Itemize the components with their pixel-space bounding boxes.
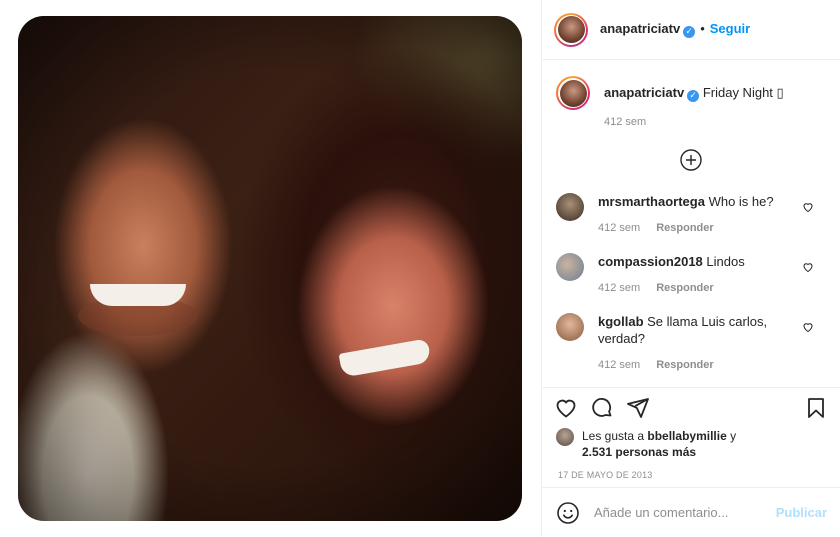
heart-icon[interactable] — [802, 261, 814, 273]
caption-username[interactable]: anapatriciatv — [604, 85, 684, 100]
comment-username[interactable]: mrsmarthaortega — [598, 194, 705, 209]
bookmark-icon[interactable] — [804, 396, 828, 420]
comment-input[interactable] — [594, 505, 776, 520]
comment-text: Lindos — [706, 253, 745, 269]
comment-username[interactable]: kgollab — [598, 314, 644, 329]
likes-others[interactable]: 2.531 personas más — [582, 445, 696, 459]
verified-badge-icon: ✓ — [687, 89, 700, 102]
comment-username[interactable]: compassion2018 — [598, 254, 703, 269]
commenter-avatar[interactable] — [556, 252, 584, 281]
comment-bubble-icon[interactable] — [590, 396, 614, 420]
author-avatar[interactable] — [554, 12, 588, 47]
heart-icon[interactable] — [802, 201, 814, 213]
caption-text: Friday Night ▯ — [702, 85, 784, 100]
add-comment-bar: Publicar — [542, 487, 840, 537]
caption-time: 412 sem — [604, 115, 647, 128]
post-date[interactable]: 17 DE MAYO DE 2013 — [542, 470, 840, 480]
caption-avatar[interactable] — [556, 76, 590, 110]
reply-button[interactable]: Responder — [656, 222, 713, 234]
likes-joiner: y — [730, 429, 737, 443]
comment-row: kgollab Se llama Luis carlos, verdad? 41… — [556, 312, 826, 374]
action-bar — [542, 388, 840, 428]
comment-time: 412 sem — [598, 281, 641, 294]
publish-button[interactable]: Publicar — [776, 505, 827, 520]
reply-button[interactable]: Responder — [656, 282, 713, 294]
comment-text: Who is he? — [708, 193, 774, 209]
load-more-comments[interactable] — [556, 148, 826, 171]
photo-vignette — [18, 16, 522, 521]
comment-row: compassion2018 Lindos 412 sem Responder — [556, 252, 826, 297]
comment-time: 412 sem — [598, 358, 641, 371]
author-username[interactable]: anapatriciatv — [600, 21, 680, 36]
liker-avatar[interactable] — [556, 428, 574, 446]
caption-row: anapatriciatv ✓ Friday Night ▯ 412 sem — [556, 76, 826, 131]
smiley-icon[interactable] — [556, 501, 580, 525]
post-side-panel: anapatriciatv ✓ • Seguir anapatriciatv ✓ Fri… — [541, 0, 840, 537]
verified-badge-icon: ✓ — [683, 25, 696, 38]
comment-time: 412 sem — [598, 221, 641, 234]
media-pane — [0, 0, 541, 537]
commenter-avatar[interactable] — [556, 312, 584, 341]
comment-row: mrsmarthaortega Who is he? 412 sem Respon… — [556, 192, 826, 237]
likes-user[interactable]: bbellabymillie — [647, 429, 726, 443]
post-header: anapatriciatv ✓ • Seguir — [542, 0, 840, 60]
likes-summary: Les gusta a bbellabymillie y 2.531 perso… — [542, 428, 840, 460]
heart-icon[interactable] — [554, 396, 578, 420]
post-photo[interactable] — [18, 16, 522, 521]
heart-icon[interactable] — [802, 321, 814, 333]
reply-button[interactable]: Responder — [656, 359, 713, 371]
header-separator: • — [700, 21, 705, 37]
commenter-avatar[interactable] — [556, 192, 584, 221]
plus-circle-icon[interactable] — [680, 148, 702, 171]
paper-plane-icon[interactable] — [626, 396, 650, 420]
likes-prefix: Les gusta a — [582, 429, 645, 443]
follow-button[interactable]: Seguir — [710, 21, 750, 36]
comments-section: anapatriciatv ✓ Friday Night ▯ 412 sem mr… — [542, 60, 840, 388]
